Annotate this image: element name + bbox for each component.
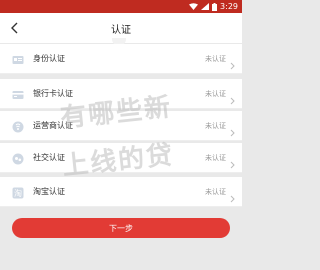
chevron-right-icon <box>230 188 235 203</box>
auth-status: 未认证 <box>205 54 226 63</box>
chevron-right-icon <box>230 122 235 137</box>
taobao-icon: 淘 <box>11 185 25 199</box>
auth-item-social[interactable]: 社交认证 未认证 <box>0 143 242 173</box>
carrier-icon <box>11 119 25 133</box>
auth-item-label: 运营商认证 <box>33 121 73 130</box>
wifi-icon <box>189 3 199 10</box>
auth-item-label: 社交认证 <box>33 153 65 162</box>
auth-status: 未认证 <box>205 187 226 196</box>
back-arrow-icon[interactable] <box>8 20 22 36</box>
svg-text:淘: 淘 <box>14 188 22 198</box>
status-bar: 3:29 <box>0 0 242 13</box>
signal-icon <box>201 3 210 10</box>
battery-icon <box>212 2 218 11</box>
auth-status: 未认证 <box>205 89 226 98</box>
chevron-right-icon <box>230 90 235 105</box>
chevron-right-icon <box>230 154 235 169</box>
page-title: 认证 <box>111 24 131 36</box>
auth-status: 未认证 <box>205 121 226 130</box>
bank-card-icon <box>11 87 25 101</box>
auth-status: 未认证 <box>205 153 226 162</box>
auth-item-label: 淘宝认证 <box>33 187 65 196</box>
id-card-icon <box>11 52 25 66</box>
social-icon <box>11 151 25 165</box>
auth-item-identity[interactable]: 身份认证 未认证 <box>0 44 242 74</box>
next-step-button[interactable]: 下一步 <box>12 218 230 238</box>
auth-item-label: 身份认证 <box>33 54 65 63</box>
chevron-right-icon <box>230 55 235 70</box>
auth-item-label: 银行卡认证 <box>33 89 73 98</box>
auth-item-taobao[interactable]: 淘 淘宝认证 未认证 <box>0 177 242 207</box>
auth-item-bank-card[interactable]: 银行卡认证 未认证 <box>0 79 242 109</box>
status-time: 3:29 <box>220 2 238 11</box>
auth-item-carrier[interactable]: 运营商认证 未认证 <box>0 111 242 141</box>
